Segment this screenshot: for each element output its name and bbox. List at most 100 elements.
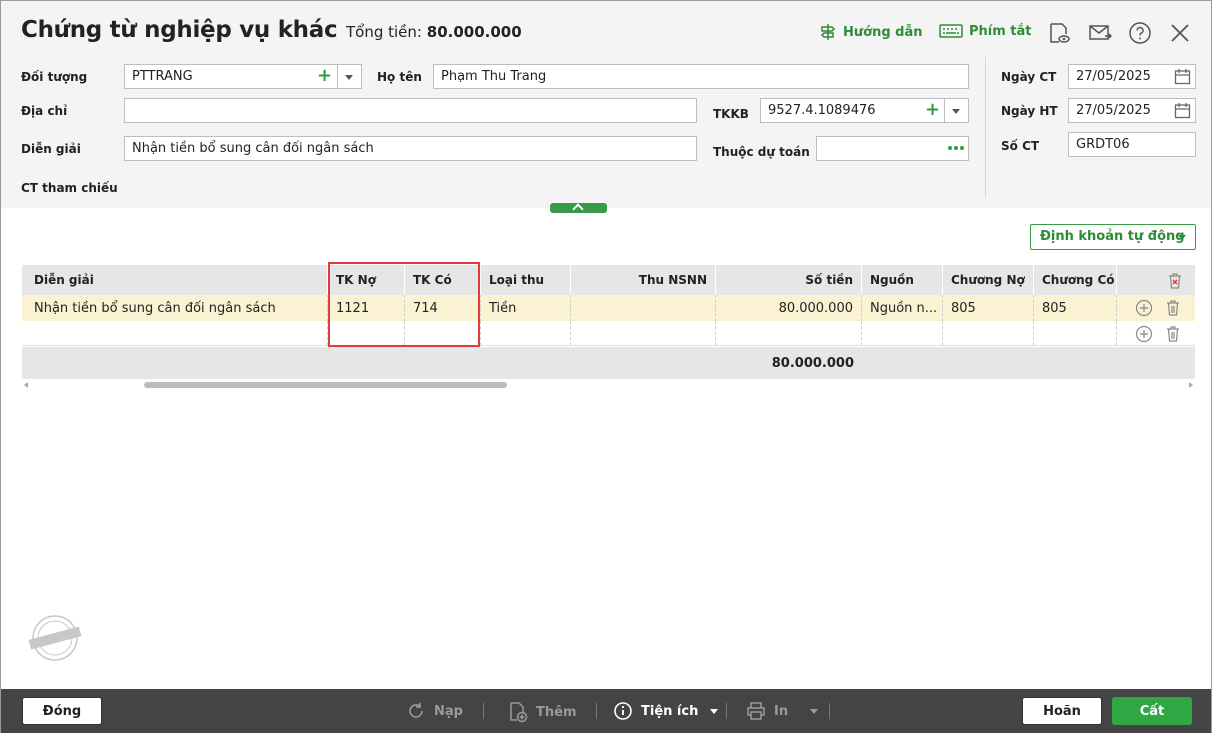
calendar-icon[interactable] (1174, 68, 1191, 85)
auto-account-button[interactable]: Định khoản tự động (1030, 224, 1196, 250)
horizontal-scrollbar[interactable] (22, 380, 1195, 390)
col-nguon[interactable]: Nguồn (862, 265, 943, 295)
col-thu-nsnn[interactable]: Thu NSNN (571, 265, 716, 295)
scroll-right-icon[interactable] (1189, 382, 1193, 388)
tkkb-label: TKKB (713, 107, 749, 121)
col-loai-thu[interactable]: Loại thu (481, 265, 571, 295)
add-row-icon[interactable] (1135, 325, 1153, 343)
print-button[interactable]: In (746, 701, 819, 721)
cell-so-tien[interactable]: 80.000.000 (716, 295, 862, 321)
header-panel: Chứng từ nghiệp vụ khác Tổng tiền: 80.00… (1, 1, 1211, 208)
cell-chuong-co[interactable] (1034, 321, 1117, 345)
total-label: Tổng tiền: (346, 23, 422, 41)
table-row[interactable]: Nhận tiền bổ sung cân đối ngân sách 1121… (22, 295, 1195, 321)
grid-header: Diễn giải TK Nợ TK Có Loại thu Thu NSNN … (22, 265, 1195, 295)
add-label: Thêm (536, 704, 577, 720)
reload-label: Nạp (434, 703, 463, 719)
cell-thu-nsnn[interactable] (571, 295, 716, 321)
collapse-header-button[interactable] (550, 203, 607, 213)
sample-data-stamp-icon (28, 615, 82, 661)
cell-so-tien[interactable] (716, 321, 862, 345)
col-chuong-no[interactable]: Chương Nợ (943, 265, 1034, 295)
add-tkkb-icon[interactable]: + (925, 101, 940, 119)
cell-loai-thu[interactable]: Tiền (481, 295, 571, 321)
delete-row-icon[interactable] (1164, 325, 1182, 343)
doi-tuong-label: Đối tượng (21, 70, 88, 84)
col-chuong-co[interactable]: Chương Có (1034, 265, 1117, 295)
dia-chi-input[interactable] (124, 98, 697, 123)
add-button[interactable]: Thêm (508, 701, 577, 723)
toolbar-divider (596, 703, 597, 719)
cell-nguon[interactable] (862, 321, 943, 345)
delete-all-icon[interactable] (1167, 272, 1183, 289)
add-document-icon (510, 702, 528, 723)
doi-tuong-input[interactable]: PTTRANG (124, 64, 338, 89)
print-label: In (774, 703, 789, 719)
ngay-ht-label: Ngày HT (1001, 104, 1058, 118)
thuoc-du-toan-label: Thuộc dự toán (713, 145, 810, 159)
reload-button[interactable]: Nạp (406, 701, 463, 721)
dialog-window: Chứng từ nghiệp vụ khác Tổng tiền: 80.00… (0, 0, 1212, 733)
help-icon[interactable] (1128, 21, 1152, 45)
highlight-box (328, 262, 480, 347)
undo-button[interactable]: Hoãn (1022, 697, 1102, 725)
mail-icon[interactable] (1088, 21, 1112, 45)
cell-loai-thu[interactable] (481, 321, 571, 345)
utility-label: Tiện ích (641, 703, 699, 719)
col-so-tien[interactable]: Số tiền (716, 265, 862, 295)
scroll-left-icon[interactable] (24, 382, 28, 388)
doi-tuong-dropdown[interactable] (338, 64, 362, 89)
total-so-tien: 80.000.000 (771, 355, 854, 371)
more-icon[interactable] (947, 145, 965, 151)
shortcut-label: Phím tắt (969, 23, 1032, 39)
cell-chuong-co[interactable]: 805 (1034, 295, 1117, 321)
cell-chuong-no[interactable] (943, 321, 1034, 345)
toolbar-divider (829, 703, 830, 719)
printer-icon (747, 702, 765, 720)
ho-ten-input[interactable]: Phạm Thu Trang (433, 64, 969, 89)
grid-footer: 80.000.000 (22, 347, 1195, 379)
ngay-ct-label: Ngày CT (1001, 70, 1057, 84)
info-icon (614, 702, 632, 720)
footer-toolbar: Đóng Nạp Thêm Tiện ích In Hoãn Cất (1, 689, 1211, 733)
so-ct-input[interactable]: GRDT06 (1068, 132, 1196, 157)
cell-dien-giai[interactable] (26, 321, 328, 345)
guide-link[interactable]: Hướng dẫn (819, 23, 923, 41)
delete-row-icon[interactable] (1164, 299, 1182, 317)
cell-thu-nsnn[interactable] (571, 321, 716, 345)
calendar-icon[interactable] (1174, 102, 1191, 119)
close-button[interactable]: Đóng (22, 697, 102, 725)
col-dien-giai[interactable]: Diễn giải (26, 265, 328, 295)
cell-nguon[interactable]: Nguồn n... (862, 295, 943, 321)
keyboard-icon (939, 24, 963, 38)
utility-button[interactable]: Tiện ích (613, 701, 719, 721)
table-row-empty[interactable] (22, 321, 1195, 346)
tkkb-input[interactable]: 9527.4.1089476 (760, 98, 945, 123)
total-value: 80.000.000 (426, 23, 522, 41)
refresh-icon (409, 703, 423, 718)
cell-chuong-no[interactable]: 805 (943, 295, 1034, 321)
add-row-icon[interactable] (1135, 299, 1153, 317)
ho-ten-label: Họ tên (377, 70, 422, 84)
dia-chi-label: Địa chỉ (21, 104, 68, 118)
chevron-down-icon (710, 708, 719, 714)
divider (985, 57, 986, 197)
guide-label: Hướng dẫn (843, 24, 923, 40)
total-amount: Tổng tiền: 80.000.000 (346, 23, 522, 41)
close-icon[interactable] (1168, 21, 1192, 45)
toolbar-divider (483, 703, 484, 719)
ct-tham-chieu-label[interactable]: CT tham chiếu (21, 181, 118, 195)
shortcut-link[interactable]: Phím tắt (939, 23, 1032, 39)
tkkb-dropdown[interactable] (945, 98, 969, 123)
cell-dien-giai[interactable]: Nhận tiền bổ sung cân đối ngân sách (26, 295, 328, 321)
scroll-thumb[interactable] (144, 382, 507, 388)
view-icon[interactable] (1047, 21, 1071, 45)
dien-giai-input[interactable]: Nhận tiền bổ sung cân đối ngân sách (124, 136, 697, 161)
toolbar-divider (726, 703, 727, 719)
dien-giai-label: Diễn giải (21, 142, 81, 156)
chevron-down-icon (810, 708, 819, 714)
save-button[interactable]: Cất (1112, 697, 1192, 725)
signpost-icon (820, 24, 836, 40)
so-ct-label: Số CT (1001, 139, 1040, 153)
add-doi-tuong-icon[interactable]: + (317, 67, 332, 85)
